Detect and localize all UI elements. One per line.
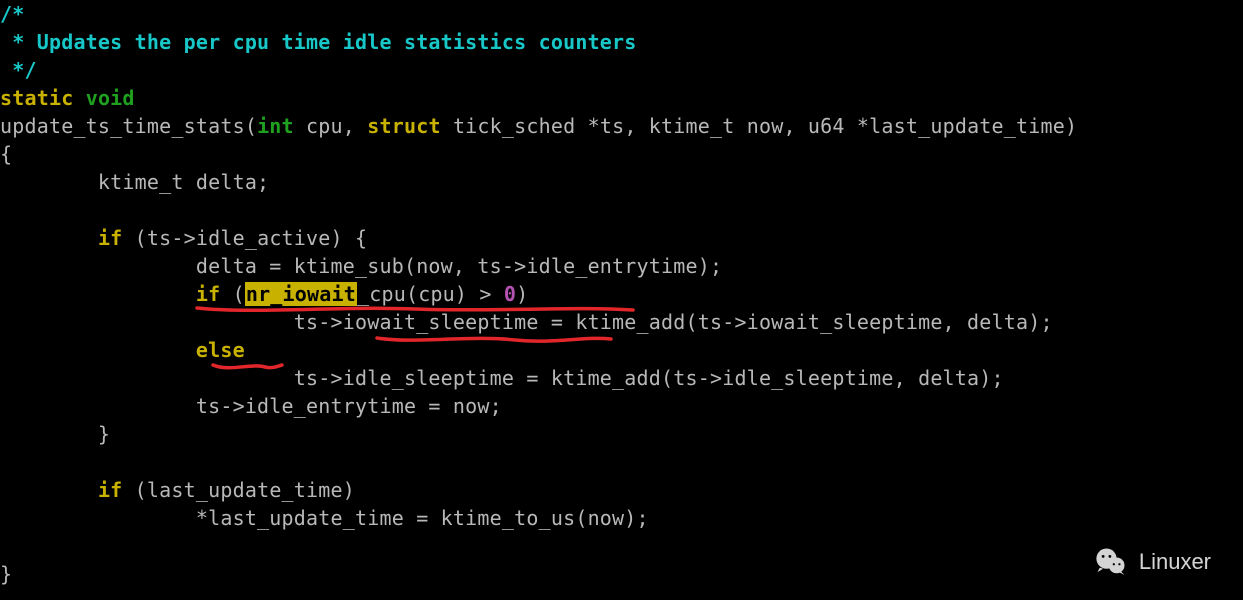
brace-open: { xyxy=(0,142,12,166)
comment-close: */ xyxy=(0,58,37,82)
line-last-update: *last_update_time = ktime_to_us(now); xyxy=(0,506,649,530)
if2-rest-b: ) xyxy=(516,282,528,306)
kw-else: else xyxy=(196,338,245,362)
kw-int: int xyxy=(257,114,294,138)
if1-cond: (ts->idle_active) { xyxy=(122,226,367,250)
fn-sig-c: tick_sched *ts, ktime_t now, u64 *last_u… xyxy=(441,114,1078,138)
inner-brace-close: } xyxy=(0,422,110,446)
line-entrytime: ts->idle_entrytime = now; xyxy=(0,394,502,418)
decl-delta: ktime_t delta; xyxy=(0,170,269,194)
highlight-nr-iowait: nr_iowait xyxy=(245,282,357,306)
wechat-icon xyxy=(1093,544,1129,580)
if2-rest-a: _cpu(cpu) > xyxy=(357,282,504,306)
kw-if-3: if xyxy=(98,478,122,502)
if3-cond: (last_update_time) xyxy=(122,478,355,502)
brace-close: } xyxy=(0,562,12,586)
comment-body: * Updates the per cpu time idle statisti… xyxy=(0,30,637,54)
watermark: Linuxer xyxy=(1093,544,1211,580)
watermark-text: Linuxer xyxy=(1139,548,1211,576)
code-block: /* * Updates the per cpu time idle stati… xyxy=(0,0,1243,588)
num-zero: 0 xyxy=(504,282,516,306)
kw-struct: struct xyxy=(367,114,440,138)
fn-sig-b: cpu, xyxy=(294,114,367,138)
if2-open: ( xyxy=(220,282,244,306)
kw-void: void xyxy=(86,86,135,110)
kw-if-1: if xyxy=(98,226,122,250)
line-iowait-sleeptime: ts->iowait_sleeptime = ktime_add(ts->iow… xyxy=(0,310,1053,334)
kw-if-2: if xyxy=(196,282,220,306)
line-idle-sleeptime: ts->idle_sleeptime = ktime_add(ts->idle_… xyxy=(0,366,1004,390)
comment-open: /* xyxy=(0,2,24,26)
kw-static: static xyxy=(0,86,73,110)
fn-sig-a: update_ts_time_stats( xyxy=(0,114,257,138)
line-delta-assign: delta = ktime_sub(now, ts->idle_entrytim… xyxy=(0,254,722,278)
